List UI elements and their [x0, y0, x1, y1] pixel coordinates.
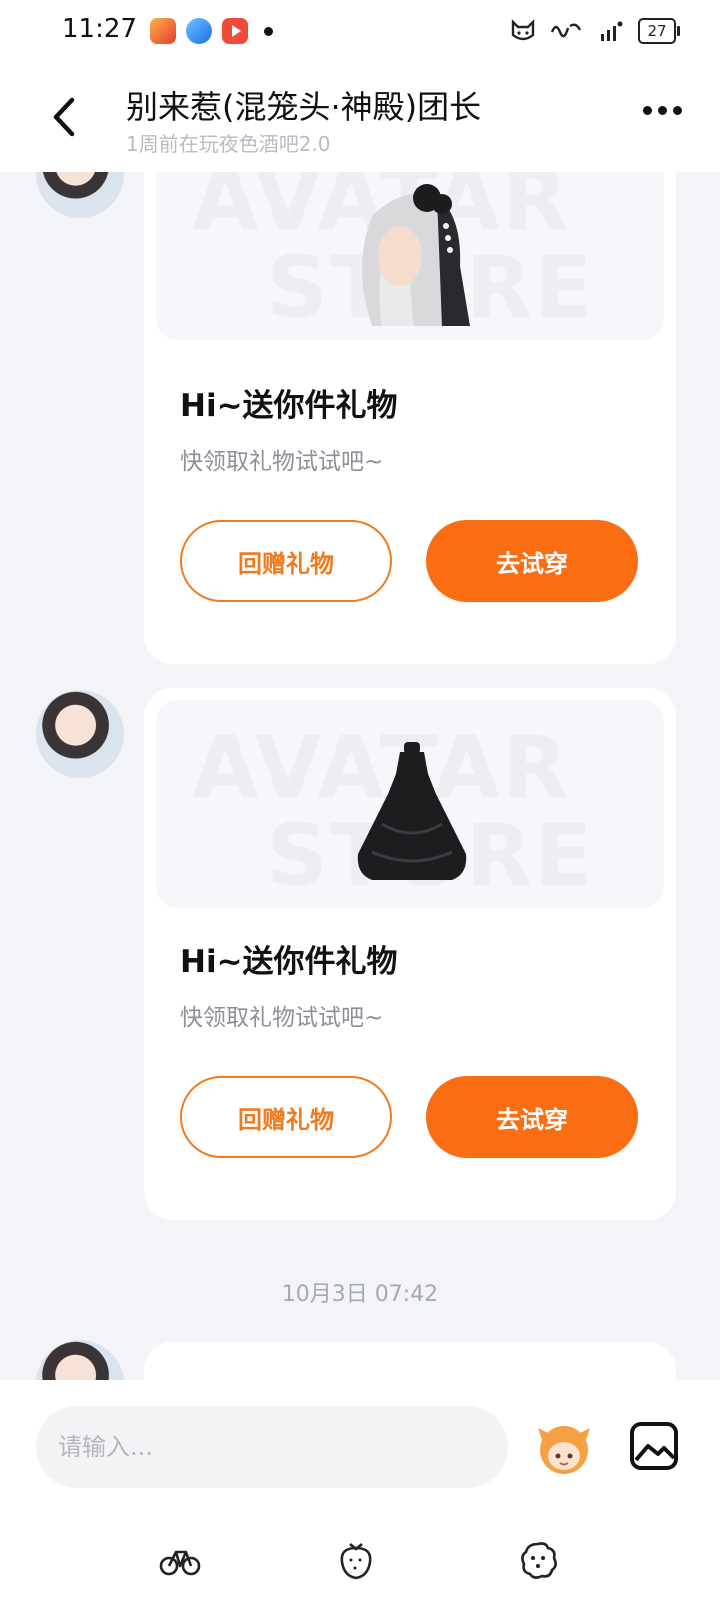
gift-preview[interactable]: AVATAR STORE: [156, 700, 664, 908]
page-subtitle: 1周前在玩夜色酒吧2.0: [126, 132, 331, 156]
gift-card-subtitle: 快领取礼物试试吧~: [180, 449, 384, 475]
image-picker-icon[interactable]: [628, 1420, 680, 1472]
return-gift-button[interactable]: 回赠礼物: [180, 520, 392, 602]
strawberry-icon[interactable]: [334, 1538, 378, 1582]
gift-card-title: Hi~送你件礼物: [180, 388, 398, 424]
try-on-button[interactable]: 去试穿: [426, 1076, 638, 1158]
gift-card-partial: [144, 1342, 676, 1380]
glyph-icon: [550, 23, 582, 38]
chat-list[interactable]: AVATAR STORE Hi~送你件礼物 快领取礼物试试吧~ 回赠礼物 去试穿…: [0, 172, 720, 1380]
gift-card: AVATAR STORE Hi~送你件礼物 快领取礼物试试吧~ 回赠礼物 去试穿: [144, 172, 676, 664]
sender-avatar[interactable]: [36, 1340, 124, 1380]
gift-card-title: Hi~送你件礼物: [180, 944, 398, 980]
hair-accessory-icon: [362, 184, 470, 326]
return-gift-button[interactable]: 回赠礼物: [180, 1076, 392, 1158]
status-right: 27: [510, 18, 680, 44]
cat-icon: [511, 19, 535, 41]
dress-icon: [357, 742, 467, 880]
app-icon-video: [222, 18, 248, 44]
message-input[interactable]: 请输入...: [36, 1406, 508, 1488]
status-bar: 11:27 27: [0, 0, 720, 66]
chat-header: 别来惹(混笼头·神殿)团长 1周前在玩夜色酒吧2.0: [0, 66, 720, 172]
gift-preview[interactable]: AVATAR STORE: [156, 172, 664, 340]
gift-card: AVATAR STORE Hi~送你件礼物 快领取礼物试试吧~ 回赠礼物 去试穿: [144, 688, 676, 1220]
app-icon-red: [150, 18, 176, 44]
app-icon-blue: [186, 18, 212, 44]
sender-avatar[interactable]: [36, 690, 124, 778]
input-bar: 请输入...: [0, 1380, 720, 1612]
battery-icon: 27: [638, 18, 680, 44]
message-timestamp: 10月3日 07:42: [281, 1282, 439, 1307]
bicycle-icon[interactable]: [158, 1538, 202, 1582]
sender-avatar[interactable]: [36, 172, 124, 218]
more-notifications-dot: [264, 26, 273, 36]
sticker-avatar-icon[interactable]: [534, 1418, 594, 1478]
status-time: 11:27: [62, 14, 137, 44]
notification-icons: [150, 18, 273, 44]
signal-icon: [601, 21, 623, 41]
back-arrow-icon[interactable]: [44, 92, 84, 142]
cookie-icon[interactable]: [516, 1538, 560, 1582]
page-title: 别来惹(混笼头·神殿)团长: [126, 88, 482, 126]
gift-card-subtitle: 快领取礼物试试吧~: [180, 1005, 384, 1031]
more-options-icon[interactable]: [643, 106, 682, 115]
try-on-button[interactable]: 去试穿: [426, 520, 638, 602]
